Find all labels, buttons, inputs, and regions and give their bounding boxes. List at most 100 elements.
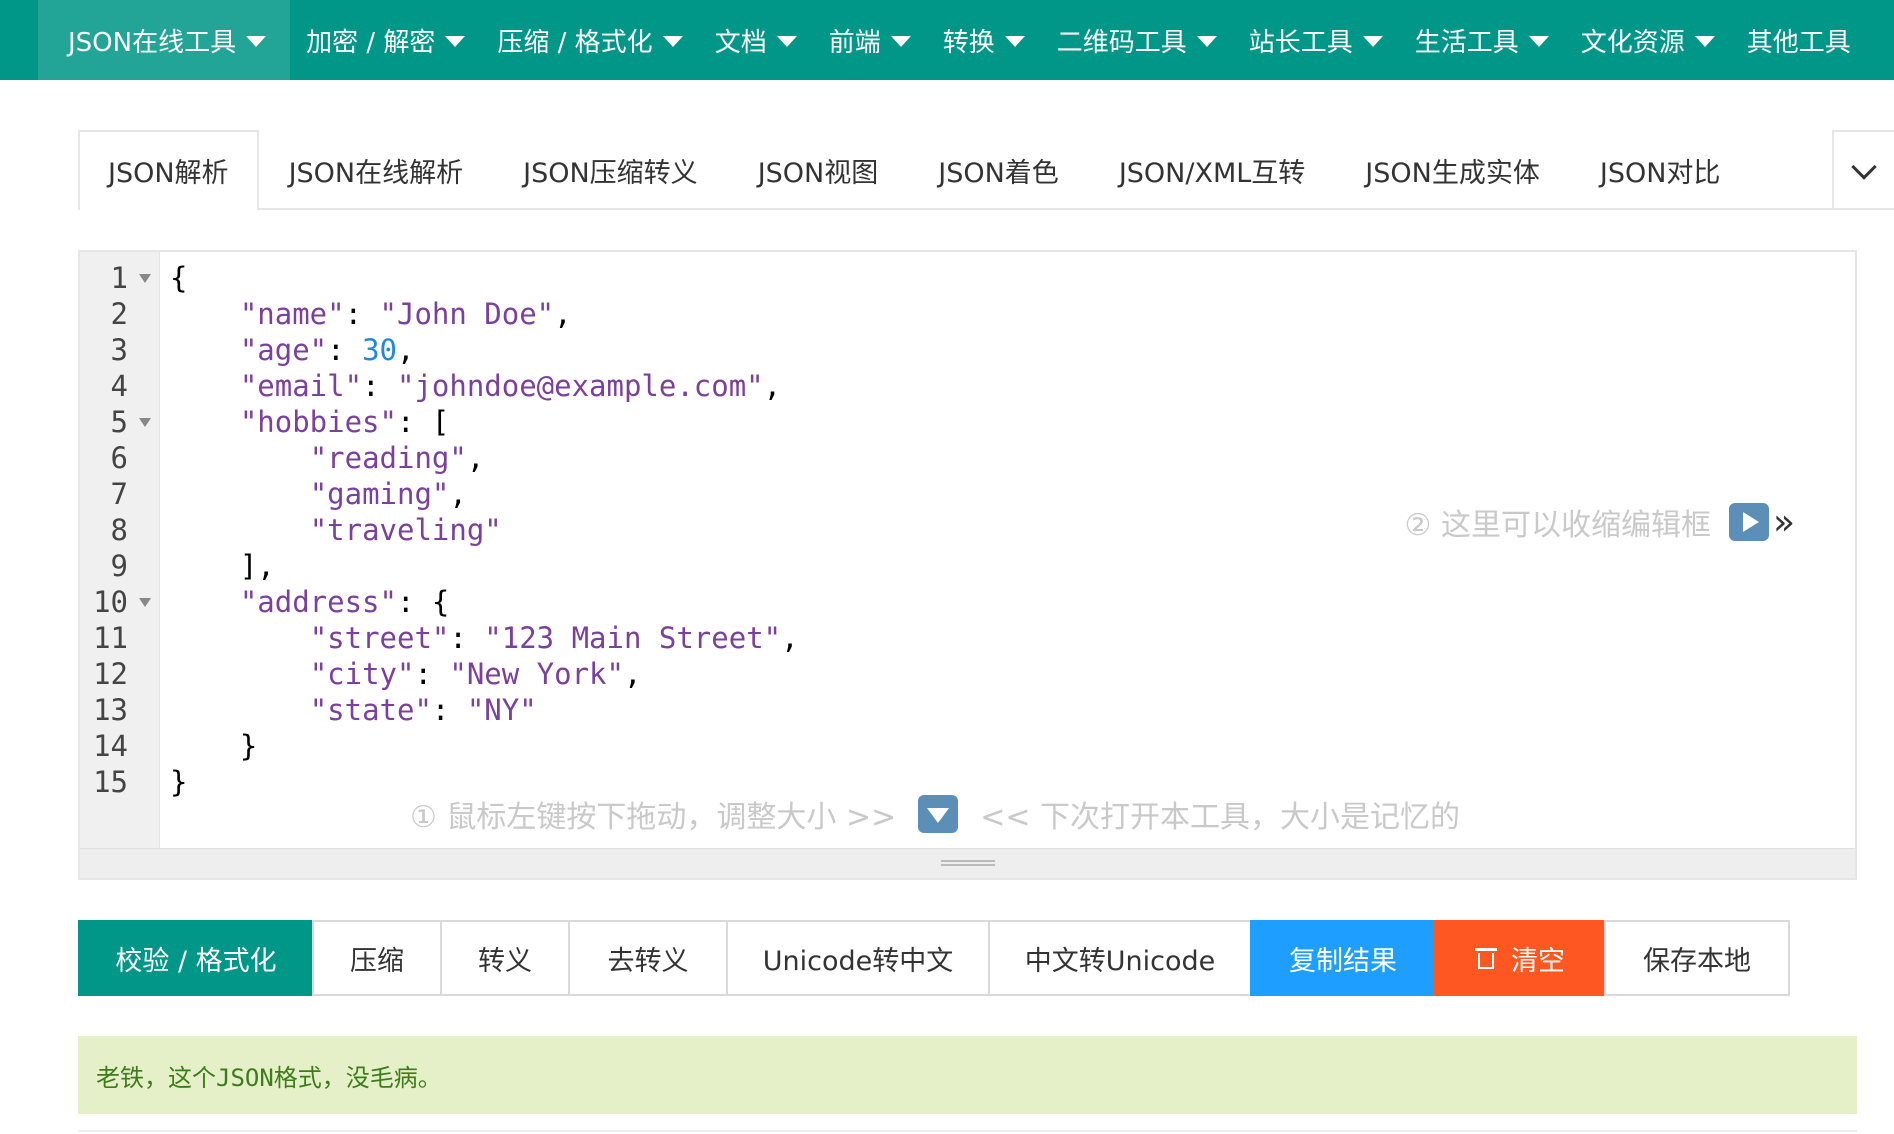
- caret-down-icon: [890, 35, 911, 47]
- json-punct: ,: [397, 333, 415, 367]
- line-number: 15: [93, 765, 128, 799]
- play-icon[interactable]: [1728, 503, 1769, 541]
- unicode-to-chinese-button[interactable]: Unicode转中文: [726, 920, 990, 996]
- nav-item-other[interactable]: 其他工具: [1731, 0, 1867, 80]
- line-number: 1: [80, 260, 160, 296]
- tab-json-view[interactable]: JSON视图: [728, 130, 909, 210]
- clear-button[interactable]: 清空: [1434, 920, 1606, 996]
- nav-item-compress-format[interactable]: 压缩 / 格式化: [481, 0, 698, 80]
- chinese-to-unicode-button[interactable]: 中文转Unicode: [988, 920, 1252, 996]
- tab-json-compare[interactable]: JSON对比: [1570, 130, 1751, 210]
- nav-label: 生活工具: [1414, 27, 1519, 58]
- json-number: 30: [362, 333, 397, 367]
- compress-button[interactable]: 压缩: [312, 920, 442, 996]
- code-area[interactable]: { "name": "John Doe", "age": 30, "email"…: [170, 252, 1820, 848]
- nav-item-frontend[interactable]: 前端: [813, 0, 927, 80]
- unescape-button[interactable]: 去转义: [568, 920, 728, 996]
- line-number: 12: [93, 657, 128, 691]
- tab-json-entity[interactable]: JSON生成实体: [1335, 130, 1570, 210]
- divider: [78, 1130, 1857, 1132]
- json-punct: ,: [554, 297, 572, 331]
- tab-json-online-parse[interactable]: JSON在线解析: [259, 130, 494, 210]
- json-punct: :: [344, 297, 380, 331]
- nav-item-qrcode[interactable]: 二维码工具: [1041, 0, 1233, 80]
- json-key: "email": [239, 369, 363, 403]
- json-punct: :: [362, 369, 397, 403]
- json-string: "NY": [466, 693, 537, 727]
- tabs-more-button[interactable]: [1832, 130, 1894, 210]
- json-punct: ,: [449, 477, 467, 511]
- code-line: {: [170, 260, 187, 296]
- status-text: 老铁，这个JSON格式，没毛病。: [96, 1063, 442, 1092]
- code-line: "reading",: [170, 440, 485, 476]
- json-punct: [170, 333, 240, 367]
- resize-handle[interactable]: [80, 848, 1855, 878]
- json-key: "name": [239, 297, 345, 331]
- trash-icon: [1475, 946, 1497, 970]
- line-number: 11: [93, 621, 128, 655]
- json-punct: ,: [623, 657, 642, 691]
- fold-arrow-icon[interactable]: [139, 418, 151, 427]
- tab-json-xml[interactable]: JSON/XML互转: [1089, 130, 1335, 210]
- clear-label: 清空: [1511, 945, 1565, 977]
- nav-label: 文化资源: [1580, 27, 1685, 58]
- nav-label: 前端: [828, 27, 881, 58]
- code-line: "street": "123 Main Street",: [170, 620, 799, 656]
- copy-result-button[interactable]: 复制结果: [1250, 920, 1436, 996]
- resize-hint: ① 鼠标左键按下拖动，调整大小 >> << 下次打开本工具，大小是记忆的: [410, 792, 1460, 836]
- json-key: "age": [239, 333, 328, 367]
- code-line: "city": "New York",: [170, 656, 642, 692]
- double-chevron-right-icon[interactable]: »: [1773, 502, 1795, 543]
- tab-json-parse[interactable]: JSON解析: [78, 130, 259, 211]
- caret-down-icon: [1004, 35, 1025, 47]
- fold-arrow-icon[interactable]: [139, 598, 151, 607]
- json-punct: [170, 477, 310, 511]
- json-string: "gaming": [309, 477, 450, 511]
- nav-item-json-tools[interactable]: JSON在线工具: [38, 0, 291, 80]
- nav-item-webmaster[interactable]: 站长工具: [1233, 0, 1399, 80]
- json-string: "123 Main Street": [484, 621, 782, 655]
- nav-item-docs[interactable]: 文档: [699, 0, 813, 80]
- tab-json-color[interactable]: JSON着色: [908, 130, 1089, 210]
- json-punct: : [: [396, 405, 450, 439]
- json-punct: :: [431, 693, 467, 727]
- nav-label: 压缩 / 格式化: [497, 27, 653, 58]
- json-punct: }: [170, 729, 258, 763]
- json-punct: ],: [170, 549, 275, 583]
- caret-down-icon: [1694, 35, 1715, 47]
- json-punct: [170, 657, 310, 691]
- nav-item-culture[interactable]: 文化资源: [1565, 0, 1731, 80]
- json-punct: ,: [763, 369, 782, 403]
- line-number: 6: [110, 441, 128, 475]
- action-toolbar: 校验 / 格式化 压缩 转义 去转义 Unicode转中文 中文转Unicode…: [78, 920, 1790, 996]
- line-number: 3: [110, 333, 128, 367]
- line-number: 13: [93, 693, 128, 727]
- json-punct: {: [170, 261, 188, 295]
- json-punct: [170, 369, 240, 403]
- save-local-button[interactable]: 保存本地: [1604, 920, 1790, 996]
- nav-label: 加密 / 解密: [306, 27, 436, 58]
- json-editor[interactable]: 1 2 3 4 5 6 7 8 9 10 11 12 13 14 15 { "name": "John Do…: [78, 250, 1857, 880]
- fold-arrow-icon[interactable]: [139, 274, 151, 283]
- nav-item-encrypt[interactable]: 加密 / 解密: [290, 0, 481, 80]
- json-key: "address": [239, 585, 397, 619]
- json-punct: [170, 297, 240, 331]
- caret-down-icon: [662, 35, 683, 47]
- nav-label: 文档: [714, 27, 767, 58]
- code-line: "email": "johndoe@example.com",: [170, 368, 781, 404]
- nav-label: 其他工具: [1746, 27, 1851, 58]
- tab-json-compress-escape[interactable]: JSON压缩转义: [493, 130, 728, 210]
- nav-label: 站长工具: [1248, 27, 1353, 58]
- line-number: 8: [110, 513, 128, 547]
- resize-hint-right: << 下次打开本工具，大小是记忆的: [980, 800, 1461, 835]
- json-punct: :: [327, 333, 363, 367]
- caret-down-icon: [246, 35, 267, 47]
- nav-item-convert[interactable]: 转换: [927, 0, 1041, 80]
- code-line: }: [170, 764, 187, 800]
- code-line: }: [170, 728, 257, 764]
- validate-format-button[interactable]: 校验 / 格式化: [78, 920, 314, 996]
- code-line: ],: [170, 548, 275, 584]
- chevron-down-icon: [1851, 154, 1877, 180]
- nav-item-life[interactable]: 生活工具: [1399, 0, 1565, 80]
- escape-button[interactable]: 转义: [440, 920, 570, 996]
